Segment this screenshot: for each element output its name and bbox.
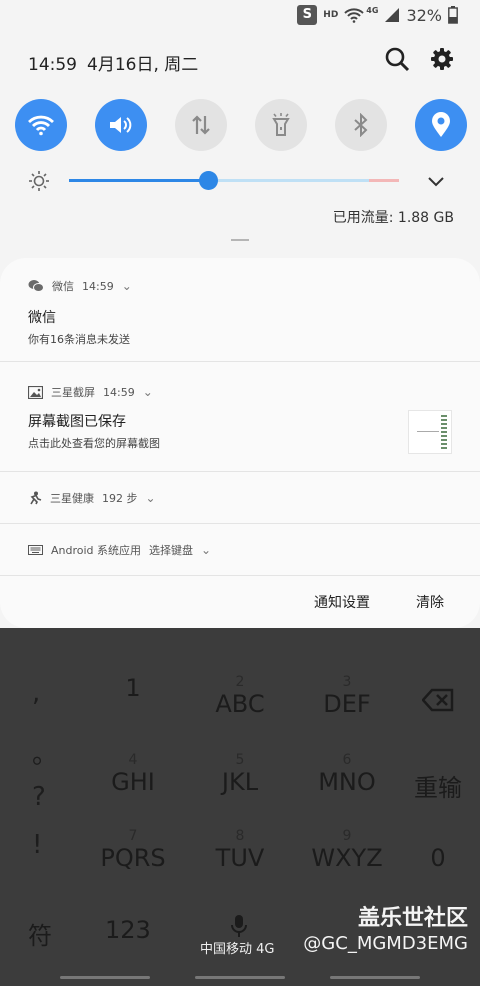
app-name: 微信	[52, 280, 74, 293]
brightness-slider[interactable]	[69, 171, 399, 190]
bluetooth-toggle[interactable]	[335, 99, 387, 151]
gear-icon	[431, 48, 453, 70]
key-8[interactable]: 8 TUV	[185, 828, 295, 872]
chevron-down-icon[interactable]: ⌄	[143, 385, 153, 399]
nav-bar-center[interactable]	[195, 976, 285, 979]
notification-header: 三星截屏 14:59 ⌄	[28, 384, 153, 400]
sound-toggle[interactable]	[95, 99, 147, 151]
location-pin-icon	[432, 112, 450, 137]
chevron-down-icon[interactable]: ⌄	[122, 279, 132, 293]
battery-percent: 32%	[406, 5, 442, 25]
notification-card: 微信 14:59 ⌄ 微信 你有16条消息未发送 三星截屏 14:59 ⌄ 屏幕…	[0, 258, 480, 628]
bluetooth-icon	[354, 113, 368, 137]
hd-indicator: HD	[323, 10, 339, 20]
key-4[interactable]: 4 GHI	[78, 752, 188, 796]
expand-chevron-icon[interactable]	[428, 177, 444, 187]
notification-text: 点击此处查看您的屏幕截图	[28, 437, 160, 450]
chevron-down-icon[interactable]: ⌄	[201, 543, 211, 557]
wifi-icon	[28, 115, 54, 136]
clear-all-button[interactable]: 清除	[416, 592, 444, 612]
notification-wechat[interactable]: 微信 14:59 ⌄ 微信 你有16条消息未发送	[0, 258, 480, 362]
notification-settings-button[interactable]: 通知设置	[314, 592, 370, 612]
carrier-label: 中国移动 4G	[200, 942, 275, 957]
watermark: 盖乐世社区 @GC_MGMD3EMG	[303, 906, 468, 956]
date-label: 4月16日, 周二	[87, 55, 199, 75]
watermark-title: 盖乐世社区	[357, 906, 468, 931]
status-bar: S HD 4G 32%	[297, 4, 458, 26]
search-icon	[385, 47, 410, 72]
notification-header: Android 系统应用 选择键盘 ⌄	[28, 542, 211, 558]
cell-signal-icon	[385, 8, 400, 22]
symbol-key[interactable]: 符	[28, 916, 52, 951]
brightness-row	[28, 170, 452, 192]
brightness-high-zone	[369, 179, 399, 182]
chevron-down-icon[interactable]: ⌄	[146, 491, 156, 505]
backspace-key[interactable]	[383, 688, 480, 716]
reenter-key[interactable]: 重输	[383, 768, 480, 803]
watermark-handle: @GC_MGMD3EMG	[303, 933, 468, 954]
notification-footer: 通知设置 清除	[0, 576, 480, 628]
settings-button[interactable]	[429, 46, 457, 74]
key-question[interactable]: ?	[32, 782, 46, 812]
notification-android-system[interactable]: Android 系统应用 选择键盘 ⌄	[0, 524, 480, 576]
key-0[interactable]: 0	[383, 844, 480, 872]
key-1[interactable]: 1	[78, 674, 188, 702]
clock-date: 14:59 4月16日, 周二	[28, 50, 198, 75]
notification-header: 三星健康 192 步 ⌄	[28, 490, 156, 506]
data-transfer-icon	[192, 115, 210, 135]
backspace-icon	[421, 688, 454, 712]
network-type: 4G	[366, 5, 379, 15]
search-button[interactable]	[384, 46, 412, 74]
speaker-icon	[110, 117, 132, 133]
flashlight-icon	[272, 113, 290, 136]
flashlight-toggle[interactable]	[255, 99, 307, 151]
key-2[interactable]: 2 ABC	[185, 674, 295, 718]
mobile-data-toggle[interactable]	[175, 99, 227, 151]
clock-time: 14:59	[28, 55, 77, 75]
key-comma[interactable]: ,	[32, 678, 40, 708]
quick-settings	[15, 99, 467, 151]
notification-screenshot[interactable]: 三星截屏 14:59 ⌄ 屏幕截图已保存 点击此处查看您的屏幕截图	[0, 362, 480, 472]
keyboard-icon	[28, 545, 43, 555]
sogou-icon: S	[297, 5, 318, 25]
keyboard: , 。 ? ! 1 2 ABC 3 DEF 4 GHI 5 JKL 6 MNO …	[0, 590, 480, 986]
data-usage-label: 已用流量: 1.88 GB	[332, 210, 454, 226]
app-name: Android 系统应用	[51, 544, 142, 557]
running-person-icon	[30, 491, 42, 505]
notification-title: 微信	[28, 310, 56, 326]
brightness-knob[interactable]	[198, 171, 218, 190]
nav-bar-right	[330, 976, 420, 979]
wechat-icon	[28, 280, 44, 292]
notification-panel: S HD 4G 32% 14:59 4月16日, 周二 已用流量: 1.88 G…	[0, 0, 480, 628]
notification-samsung-health[interactable]: 三星健康 192 步 ⌄	[0, 472, 480, 524]
notification-time: 14:59	[103, 385, 135, 399]
key-7[interactable]: 7 PQRS	[78, 828, 188, 872]
panel-handle[interactable]	[231, 239, 249, 241]
notification-time: 14:59	[82, 279, 114, 293]
notification-header: 微信 14:59 ⌄	[28, 278, 132, 294]
wifi-signal-icon	[344, 8, 364, 23]
screenshot-thumbnail[interactable]	[408, 410, 452, 454]
key-exclaim[interactable]: !	[32, 830, 42, 860]
key-period[interactable]: 。	[32, 734, 58, 771]
microphone-icon	[231, 915, 247, 937]
notification-info: 选择键盘	[149, 544, 194, 557]
app-name: 三星截屏	[51, 386, 95, 399]
image-icon	[28, 385, 43, 399]
brightness-sun-icon	[29, 171, 49, 191]
battery-icon	[448, 6, 458, 24]
nav-bar-left	[60, 976, 150, 979]
notification-text: 你有16条消息未发送	[28, 333, 130, 346]
key-5[interactable]: 5 JKL	[185, 752, 295, 796]
brightness-fill	[69, 179, 208, 182]
notification-info: 192 步	[102, 492, 138, 505]
app-name: 三星健康	[50, 492, 94, 505]
notification-title: 屏幕截图已保存	[28, 414, 126, 430]
wifi-toggle[interactable]	[15, 99, 67, 151]
location-toggle[interactable]	[415, 99, 467, 151]
number-mode-key[interactable]: 123	[105, 916, 151, 944]
